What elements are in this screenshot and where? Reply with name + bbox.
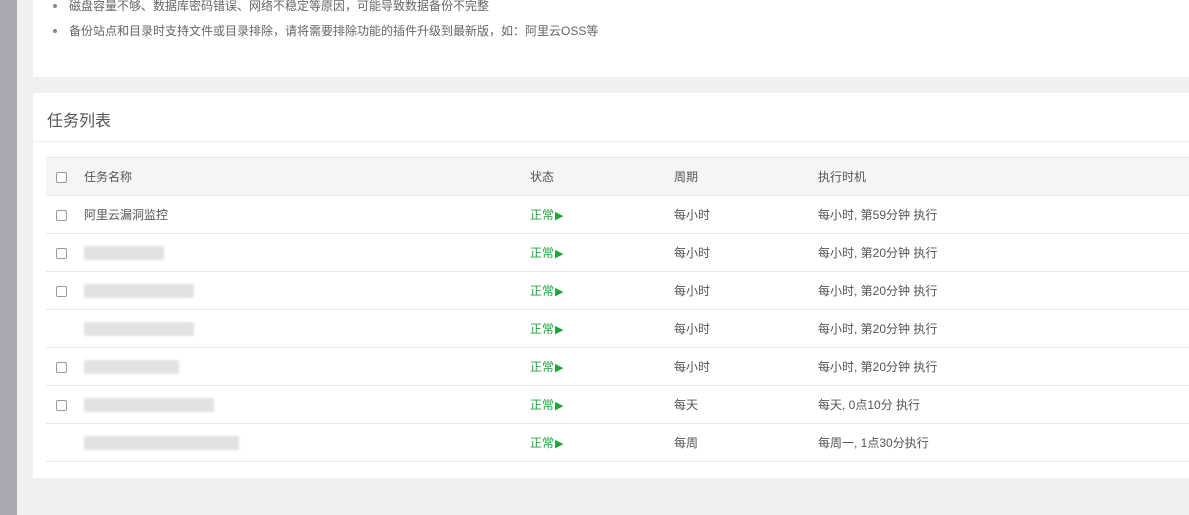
task-status[interactable]: 正常▶: [530, 423, 674, 462]
task-time: 每小时, 第20分钟 执行: [818, 347, 1189, 386]
task-name: 阿里云漏洞监控: [84, 195, 530, 234]
status-text: 正常: [530, 284, 555, 298]
header-name: 任务名称: [84, 157, 530, 196]
note-item: 磁盘容量不够、数据库密码错误、网络不稳定等原因，可能导致数据备份不完整: [52, 0, 490, 13]
task-period: 每小时: [674, 195, 818, 234]
table-row[interactable]: 正常▶ 每小时 每小时, 第20分钟 执行: [46, 347, 1189, 386]
task-table: 任务名称 状态 周期 执行时机 阿里云漏洞监控 正常▶ 每小时 每小时, 第59…: [46, 157, 1189, 462]
table-row[interactable]: 正常▶ 每小时 每小时, 第20分钟 执行: [46, 233, 1189, 272]
play-triangle-icon: ▶: [555, 210, 564, 222]
panel-title: 任务列表: [47, 113, 112, 130]
redacted-name: [84, 321, 194, 336]
table-row[interactable]: 阿里云漏洞监控 正常▶ 每小时 每小时, 第59分钟 执行: [46, 195, 1189, 234]
row-checkbox[interactable]: [56, 399, 67, 411]
task-list-panel: 任务列表 任务名称 状态 周期 执行时机 阿里云漏洞监控 正常▶ 每小时 每小时…: [33, 93, 1189, 478]
task-period: 每小时: [674, 233, 818, 272]
row-checkbox[interactable]: [56, 209, 67, 221]
redacted-name: [84, 397, 214, 412]
header-status: 状态: [530, 157, 674, 196]
status-text: 正常: [530, 360, 555, 374]
status-text: 正常: [530, 322, 555, 336]
status-text: 正常: [530, 246, 555, 260]
play-triangle-icon: ▶: [555, 362, 564, 374]
select-all-cell: [46, 157, 84, 196]
note-item: 备份站点和目录时支持文件或目录排除，请将需要排除功能的插件升级到最新版，如：阿里…: [52, 24, 599, 38]
task-status[interactable]: 正常▶: [530, 233, 674, 272]
task-name: [84, 233, 530, 272]
task-name: [84, 347, 530, 386]
table-row[interactable]: 正常▶ 每周 每周一, 1点30分执行: [46, 423, 1189, 462]
table-header-row: 任务名称 状态 周期 执行时机: [46, 157, 1189, 196]
task-status[interactable]: 正常▶: [530, 195, 674, 234]
table-row[interactable]: 正常▶ 每天 每天, 0点10分 执行: [46, 385, 1189, 424]
table-row[interactable]: 正常▶ 每小时 每小时, 第20分钟 执行: [46, 271, 1189, 310]
play-triangle-icon: ▶: [555, 438, 564, 450]
task-status[interactable]: 正常▶: [530, 271, 674, 310]
header-period: 周期: [674, 157, 818, 196]
page-bottom-area: [17, 478, 1189, 515]
status-text: 正常: [530, 398, 555, 412]
task-time: 每天, 0点10分 执行: [818, 385, 1189, 424]
table-row[interactable]: 正常▶ 每小时 每小时, 第20分钟 执行: [46, 309, 1189, 348]
task-status[interactable]: 正常▶: [530, 309, 674, 348]
task-time: 每周一, 1点30分执行: [818, 423, 1189, 462]
select-all-checkbox[interactable]: [56, 171, 67, 183]
play-triangle-icon: ▶: [555, 248, 564, 260]
row-checkbox[interactable]: [56, 247, 67, 259]
row-checkbox[interactable]: [56, 285, 67, 297]
task-name: [84, 271, 530, 310]
task-period: 每小时: [674, 347, 818, 386]
redacted-name: [84, 283, 194, 298]
redacted-name: [84, 435, 239, 450]
play-triangle-icon: ▶: [555, 286, 564, 298]
task-period: 每周: [674, 423, 818, 462]
backup-notes-panel: 磁盘容量不够、数据库密码错误、网络不稳定等原因，可能导致数据备份不完整 备份站点…: [33, 0, 1189, 77]
task-time: 每小时, 第20分钟 执行: [818, 233, 1189, 272]
row-checkbox[interactable]: [56, 361, 67, 373]
task-period: 每小时: [674, 309, 818, 348]
play-triangle-icon: ▶: [555, 400, 564, 412]
header-time: 执行时机: [818, 157, 1189, 196]
status-text: 正常: [530, 208, 555, 222]
task-status[interactable]: 正常▶: [530, 347, 674, 386]
play-triangle-icon: ▶: [555, 324, 564, 336]
task-name: [84, 423, 530, 462]
title-divider: [33, 141, 1189, 142]
task-time: 每小时, 第59分钟 执行: [818, 195, 1189, 234]
task-period: 每天: [674, 385, 818, 424]
left-scroll-rail: [0, 0, 17, 515]
redacted-name: [84, 245, 164, 260]
task-status[interactable]: 正常▶: [530, 385, 674, 424]
task-time: 每小时, 第20分钟 执行: [818, 271, 1189, 310]
task-name: [84, 309, 530, 348]
redacted-name: [84, 359, 179, 374]
task-time: 每小时, 第20分钟 执行: [818, 309, 1189, 348]
task-period: 每小时: [674, 271, 818, 310]
status-text: 正常: [530, 436, 555, 450]
task-name: [84, 385, 530, 424]
